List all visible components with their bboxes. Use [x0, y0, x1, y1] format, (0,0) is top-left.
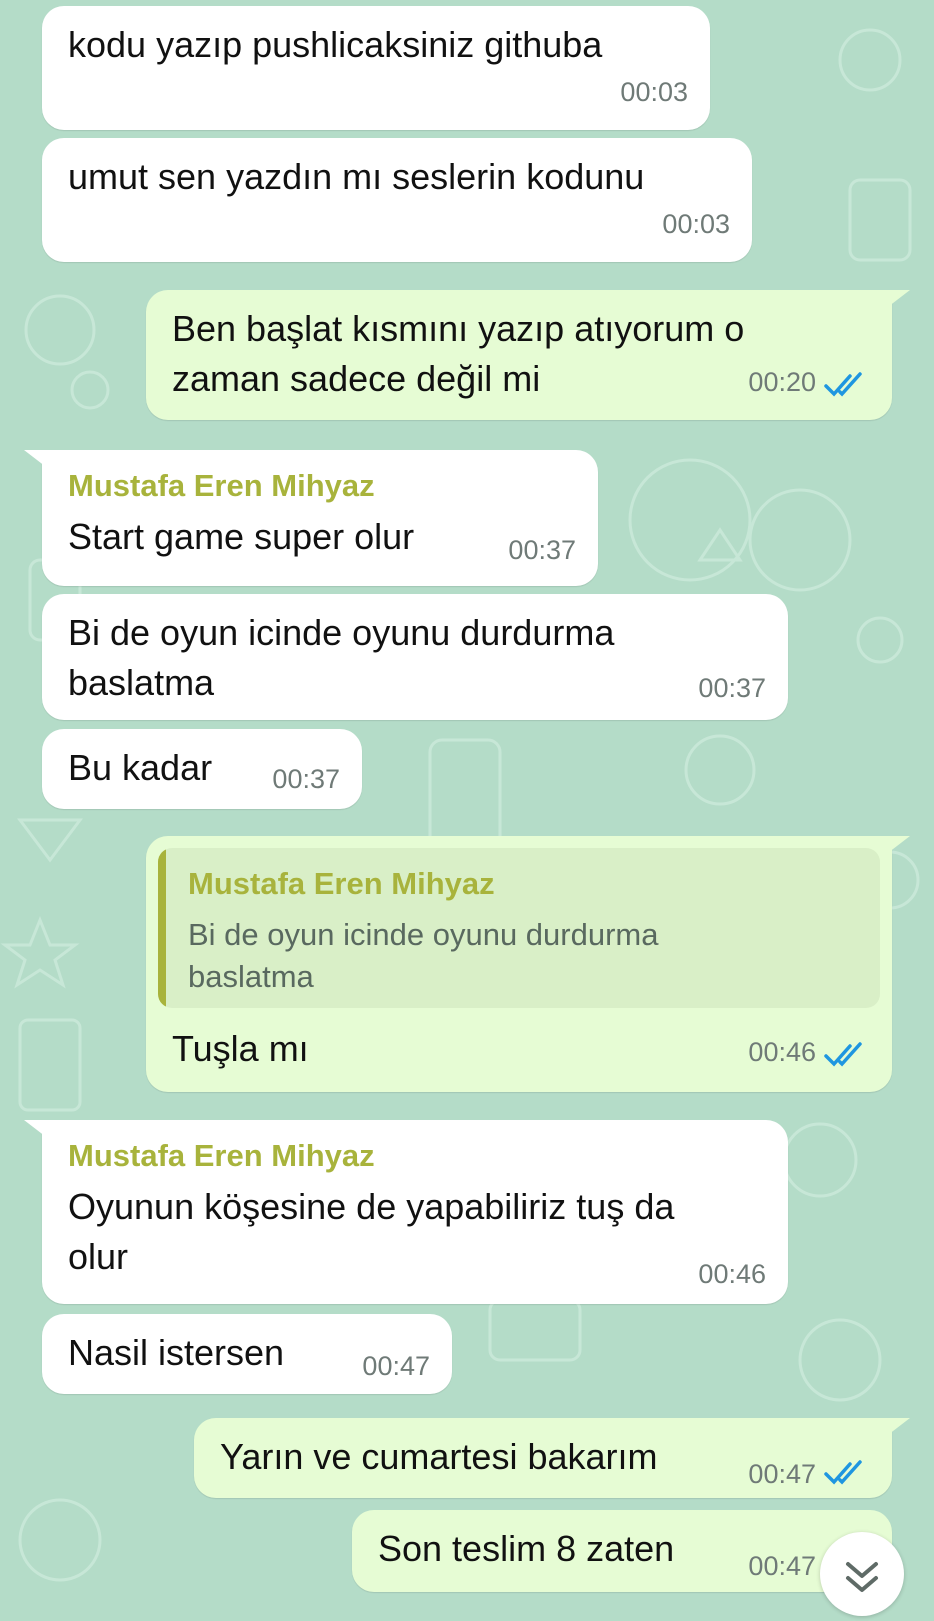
- message-text: umut sen yazdın mı seslerin kodunu: [68, 156, 645, 197]
- scroll-to-bottom-button[interactable]: [820, 1532, 904, 1616]
- message-text: Tuşla mı: [172, 1028, 309, 1069]
- message-bubble[interactable]: Bu kadar 00:37: [42, 729, 362, 809]
- message-time: 00:37: [272, 764, 340, 794]
- quoted-text: Bi de oyun icinde oyunu durdurma baslatm…: [188, 917, 659, 994]
- message-time: 00:03: [620, 77, 688, 107]
- message-time: 00:47: [748, 1551, 816, 1581]
- quoted-sender-name: Mustafa Eren Mihyaz: [188, 866, 495, 901]
- double-check-icon: [824, 1460, 862, 1485]
- message-time: 00:47: [362, 1351, 430, 1381]
- message-text: Oyunun köşesine de yapabiliriz tuş da ol…: [68, 1186, 675, 1277]
- message-time: 00:47: [748, 1459, 816, 1489]
- message-bubble[interactable]: Mustafa Eren Mihyaz Bi de oyun icinde oy…: [146, 836, 910, 1092]
- message-bubble[interactable]: umut sen yazdın mı seslerin kodunu 00:03: [42, 138, 752, 262]
- message-bubble[interactable]: kodu yazıp pushlicaksiniz githuba 00:03: [42, 6, 710, 130]
- message-bubble[interactable]: Son teslim 8 zaten 00:47: [352, 1510, 892, 1592]
- message-bubble[interactable]: Mustafa Eren Mihyaz Oyunun köşesine de y…: [24, 1120, 788, 1304]
- message-time: 00:37: [698, 673, 766, 703]
- quoted-message[interactable]: Mustafa Eren Mihyaz Bi de oyun icinde oy…: [158, 848, 880, 1008]
- sender-name[interactable]: Mustafa Eren Mihyaz: [68, 1136, 762, 1176]
- message-bubble[interactable]: Yarın ve cumartesi bakarım 00:47: [194, 1418, 910, 1498]
- message-time: 00:46: [698, 1259, 766, 1289]
- double-check-icon: [824, 1042, 862, 1067]
- message-text: Start game super olur: [68, 516, 415, 557]
- message-bubble[interactable]: Bi de oyun icinde oyunu durdurma baslatm…: [42, 594, 788, 720]
- double-chevron-down-icon: [846, 1562, 878, 1592]
- sender-name[interactable]: Mustafa Eren Mihyaz: [68, 466, 572, 506]
- message-text: kodu yazıp pushlicaksiniz githuba: [68, 24, 603, 65]
- message-time: 00:37: [508, 535, 576, 565]
- message-text: Bi de oyun icinde oyunu durdurma baslatm…: [68, 612, 615, 703]
- message-time: 00:20: [748, 367, 816, 397]
- quote-accent-bar: [158, 848, 166, 1008]
- double-check-icon: [824, 372, 862, 397]
- message-bubble[interactable]: Ben başlat kısmını yazıp atıyorum o zama…: [146, 290, 910, 420]
- message-bubble[interactable]: Nasil istersen 00:47: [42, 1314, 452, 1394]
- message-bubble[interactable]: Mustafa Eren Mihyaz Start game super olu…: [24, 450, 598, 586]
- message-time: 00:46: [748, 1037, 816, 1067]
- message-time: 00:03: [662, 209, 730, 239]
